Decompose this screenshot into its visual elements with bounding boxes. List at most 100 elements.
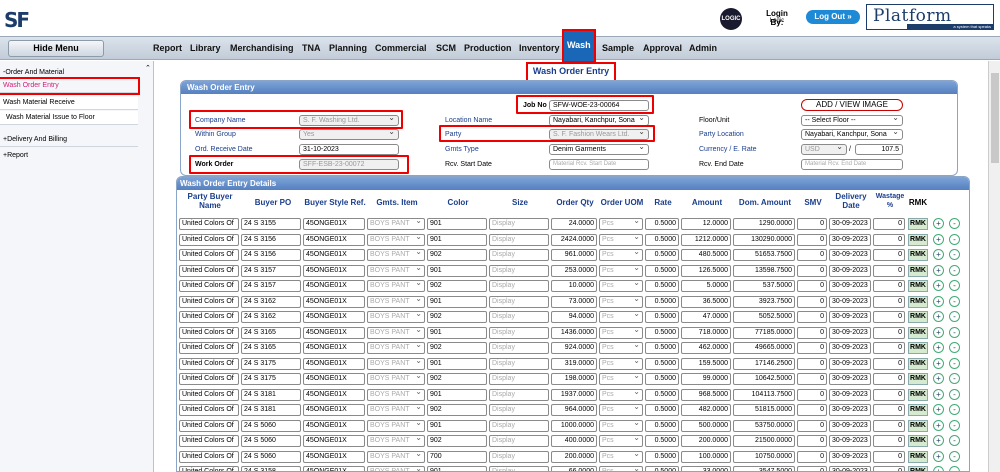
party-buyer-input[interactable]: United Colors Of [179,264,239,277]
size-input[interactable]: Display [489,450,549,463]
buyer-po-input[interactable]: 24 S 3157 [241,280,301,292]
remove-row-icon[interactable]: - [949,435,960,446]
amount-input[interactable]: 159.5000 [681,357,731,370]
dom-amount-input[interactable]: 21500.0000 [733,435,795,447]
remove-row-icon[interactable]: - [949,295,960,307]
smv-input[interactable]: 0 [797,388,827,401]
dom-amount-input[interactable]: 5052.5000 [733,311,795,323]
rmk-button[interactable]: RMK [908,295,928,308]
buyer-po-input[interactable]: 24 S 3156 [241,233,301,246]
party-buyer-input[interactable]: United Colors Of [179,326,239,339]
size-input[interactable]: Display [489,295,549,308]
delivery-date-input[interactable]: 30-09-2023 [829,404,871,416]
gmts-item-select[interactable]: BOYS PANT [367,249,425,261]
amount-input[interactable]: 968.5000 [681,388,731,401]
buyer-style-input[interactable]: 45ONGE01X [303,218,365,230]
nav-commercial[interactable]: Commercial [375,43,427,53]
order-uom-select[interactable]: Pcs [599,419,643,432]
size-input[interactable]: Display [489,388,549,401]
dom-amount-input[interactable]: 17146.2500 [733,357,795,370]
delivery-date-input[interactable]: 30-09-2023 [829,357,871,370]
nav-admin[interactable]: Admin [689,43,717,53]
remove-row-icon[interactable]: - [949,264,960,276]
gmts-item-select[interactable]: BOYS PANT [367,404,425,416]
smv-input[interactable]: 0 [797,342,827,354]
size-input[interactable]: Display [489,249,549,261]
gmts-item-select[interactable]: BOYS PANT [367,419,425,432]
order-qty-input[interactable]: 198.0000 [551,373,597,385]
buyer-po-input[interactable]: 24 S 5060 [241,435,301,447]
dom-amount-input[interactable]: 1290.0000 [733,218,795,230]
amount-input[interactable]: 47.0000 [681,311,731,323]
rate-input[interactable]: 0.5000 [645,264,679,277]
add-row-icon[interactable]: + [933,388,944,400]
wastage-input[interactable]: 0 [873,264,905,277]
delivery-date-input[interactable]: 30-09-2023 [829,435,871,447]
add-row-icon[interactable]: + [933,326,944,338]
rate-input[interactable]: 0.5000 [645,388,679,401]
sidebar-item-wash-order-entry[interactable]: Wash Order Entry [0,77,140,95]
party-buyer-input[interactable]: United Colors Of [179,357,239,370]
add-row-icon[interactable]: + [933,280,944,291]
party-location-select[interactable]: Nayabari, Kanchpur, Sona [801,129,903,140]
party-buyer-input[interactable]: United Colors Of [179,311,239,323]
rate-input[interactable]: 0.5000 [645,450,679,463]
size-input[interactable]: Display [489,342,549,354]
color-input[interactable]: 902 [427,249,487,261]
amount-input[interactable]: 462.0000 [681,342,731,354]
smv-input[interactable]: 0 [797,233,827,246]
order-uom-select[interactable]: Pcs [599,373,643,385]
party-buyer-input[interactable]: United Colors Of [179,373,239,385]
smv-input[interactable]: 0 [797,404,827,416]
order-uom-select[interactable]: Pcs [599,357,643,370]
gmts-item-select[interactable]: BOYS PANT [367,264,425,277]
buyer-po-input[interactable]: 24 S 3175 [241,357,301,370]
buyer-po-input[interactable]: 24 S 3162 [241,311,301,323]
floor-unit-select[interactable]: -- Select Floor -- [801,115,903,126]
nav-production[interactable]: Production [464,43,512,53]
gmts-item-select[interactable]: BOYS PANT [367,450,425,463]
remove-row-icon[interactable]: - [949,326,960,338]
dom-amount-input[interactable]: 51653.7500 [733,249,795,261]
nav-approval[interactable]: Approval [643,43,682,53]
wastage-input[interactable]: 0 [873,388,905,401]
add-row-icon[interactable]: + [933,295,944,307]
color-input[interactable]: 901 [427,218,487,230]
amount-input[interactable]: 36.5000 [681,295,731,308]
order-uom-select[interactable]: Pcs [599,404,643,416]
size-input[interactable]: Display [489,326,549,339]
order-uom-select[interactable]: Pcs [599,342,643,354]
nav-wash[interactable]: Wash [562,29,596,63]
smv-input[interactable]: 0 [797,280,827,292]
order-uom-select[interactable]: Pcs [599,249,643,261]
order-uom-select[interactable]: Pcs [599,264,643,277]
rmk-button[interactable]: RMK [908,326,928,339]
party-buyer-input[interactable]: United Colors Of [179,233,239,246]
remove-row-icon[interactable]: - [949,357,960,369]
size-input[interactable]: Display [489,435,549,447]
add-row-icon[interactable]: + [933,435,944,446]
amount-input[interactable]: 5.0000 [681,280,731,292]
order-qty-input[interactable]: 10.0000 [551,280,597,292]
sidebar-group-delivery-billing[interactable]: +Delivery And Billing [0,133,138,147]
remove-row-icon[interactable]: - [949,311,960,322]
delivery-date-input[interactable]: 30-09-2023 [829,233,871,246]
buyer-po-input[interactable]: 24 S 3162 [241,295,301,308]
nav-inventory[interactable]: Inventory [519,43,560,53]
rmk-button[interactable]: RMK [908,280,928,292]
remove-row-icon[interactable]: - [949,233,960,245]
rate-input[interactable]: 0.5000 [645,342,679,354]
order-uom-select[interactable]: Pcs [599,388,643,401]
rmk-button[interactable]: RMK [908,342,928,354]
color-input[interactable]: 901 [427,419,487,432]
order-uom-select[interactable]: Pcs [599,233,643,246]
delivery-date-input[interactable]: 30-09-2023 [829,249,871,261]
order-qty-input[interactable]: 961.0000 [551,249,597,261]
gmts-item-select[interactable]: BOYS PANT [367,326,425,339]
rate-input[interactable]: 0.5000 [645,249,679,261]
buyer-style-input[interactable]: 45ONGE01X [303,357,365,370]
amount-input[interactable]: 1212.0000 [681,233,731,246]
wastage-input[interactable]: 0 [873,450,905,463]
delivery-date-input[interactable]: 30-09-2023 [829,280,871,292]
color-input[interactable]: 902 [427,404,487,416]
